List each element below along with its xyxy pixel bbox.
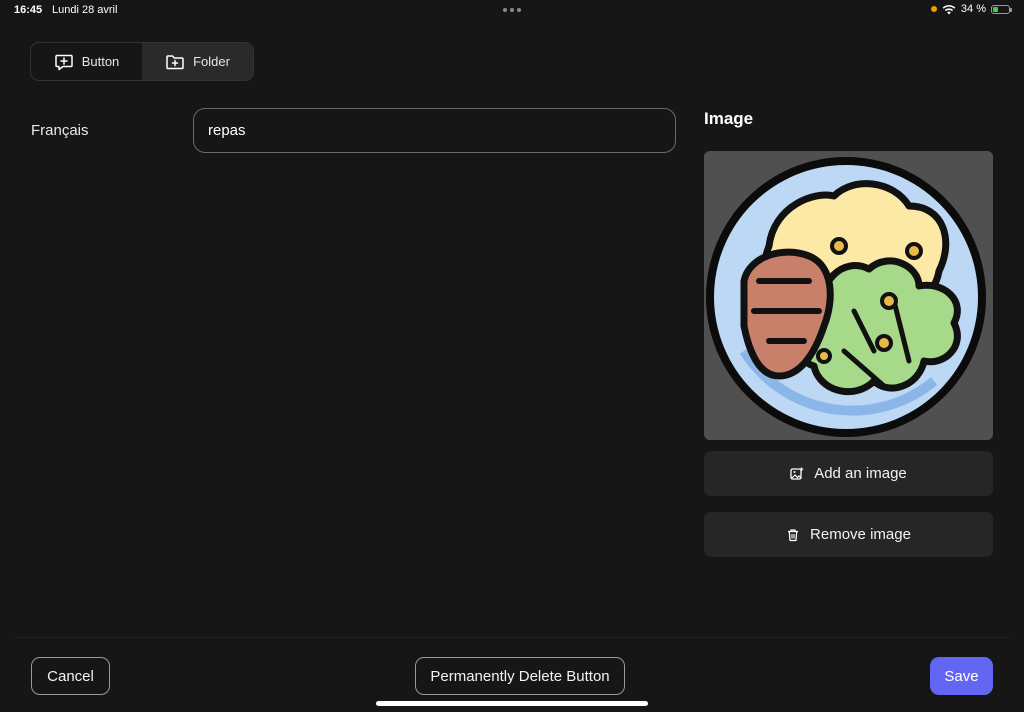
type-segmented-control: Button Folder bbox=[30, 42, 254, 81]
save-button[interactable]: Save bbox=[930, 657, 993, 695]
image-preview bbox=[704, 151, 993, 440]
remove-image-label: Remove image bbox=[810, 526, 911, 543]
language-label: Français bbox=[31, 122, 89, 139]
status-bar: 16:45 Lundi 28 avril 34 % bbox=[0, 0, 1024, 22]
image-heading: Image bbox=[704, 109, 754, 128]
status-time: 16:45 bbox=[14, 4, 43, 16]
add-image-button[interactable]: Add an image bbox=[704, 451, 993, 496]
folder-plus-icon bbox=[166, 54, 184, 69]
privacy-indicator-icon bbox=[930, 6, 937, 12]
delete-button[interactable]: Permanently Delete Button bbox=[415, 657, 625, 695]
segment-folder-label: Folder bbox=[193, 54, 230, 69]
add-photo-icon bbox=[790, 467, 804, 480]
status-right: 34 % bbox=[930, 3, 1012, 15]
trash-icon bbox=[788, 528, 799, 541]
battery-percent: 34 % bbox=[960, 3, 986, 15]
meal-plate-image bbox=[704, 151, 993, 440]
multitasking-dots-icon[interactable] bbox=[503, 8, 521, 12]
home-indicator[interactable] bbox=[376, 701, 648, 706]
segment-button[interactable]: Button bbox=[31, 43, 142, 80]
wifi-icon bbox=[942, 4, 956, 14]
segment-folder[interactable]: Folder bbox=[142, 43, 253, 80]
add-image-label: Add an image bbox=[814, 465, 907, 482]
speech-bubble-plus-icon bbox=[54, 54, 73, 70]
cancel-button[interactable]: Cancel bbox=[31, 657, 110, 695]
battery-icon bbox=[991, 4, 1012, 14]
remove-image-button[interactable]: Remove image bbox=[704, 512, 993, 557]
segment-button-label: Button bbox=[81, 54, 120, 69]
name-input[interactable] bbox=[193, 108, 676, 153]
footer-divider bbox=[14, 637, 1010, 638]
status-date: Lundi 28 avril bbox=[52, 4, 118, 16]
